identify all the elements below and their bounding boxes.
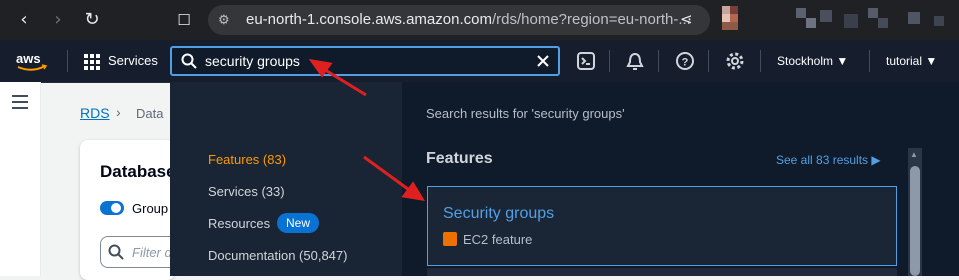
arrow-head <box>401 181 425 202</box>
arrow-to-result <box>363 155 413 194</box>
arrow-to-search <box>321 66 367 97</box>
annotation-arrows <box>308 58 425 202</box>
